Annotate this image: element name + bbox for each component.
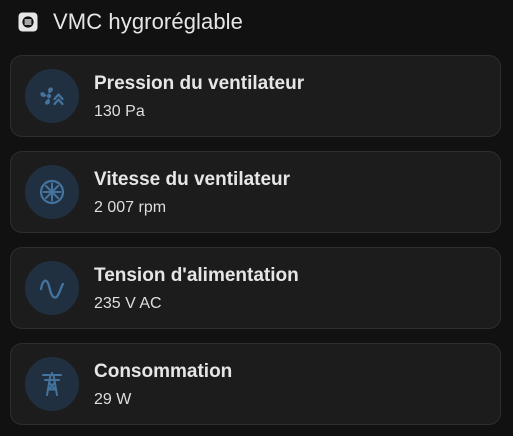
- entity-name: Tension d'alimentation: [94, 265, 299, 286]
- fan-speed-icon: [38, 178, 66, 206]
- entity-name: Consommation: [94, 361, 233, 382]
- entity-row-power-consumption[interactable]: Consommation 29 W: [10, 343, 501, 425]
- entity-icon-badge: [25, 261, 79, 315]
- entity-row-fan-speed[interactable]: Vitesse du ventilateur 2 007 rpm: [10, 151, 501, 233]
- entity-icon-badge: [25, 165, 79, 219]
- transmission-tower-icon: [38, 370, 66, 398]
- entity-state: 235 V AC: [94, 295, 162, 312]
- card-header: VMC hygroréglable: [18, 6, 243, 38]
- card-title: VMC hygroréglable: [53, 9, 244, 34]
- entity-name: Pression du ventilateur: [94, 73, 305, 94]
- entity-row-fan-pressure[interactable]: Pression du ventilateur 130 Pa: [10, 55, 501, 137]
- sine-wave-icon: [38, 274, 66, 302]
- ventilation-icon: [18, 12, 38, 32]
- entity-state: 29 W: [94, 391, 132, 408]
- entity-state: 130 Pa: [94, 103, 145, 120]
- entity-name: Vitesse du ventilateur: [94, 169, 291, 190]
- entity-row-supply-voltage[interactable]: Tension d'alimentation 235 V AC: [10, 247, 501, 329]
- entity-icon-badge: [25, 357, 79, 411]
- entity-icon-badge: [25, 69, 79, 123]
- entity-state: 2 007 rpm: [94, 199, 167, 216]
- fan-pressure-icon: [38, 82, 66, 110]
